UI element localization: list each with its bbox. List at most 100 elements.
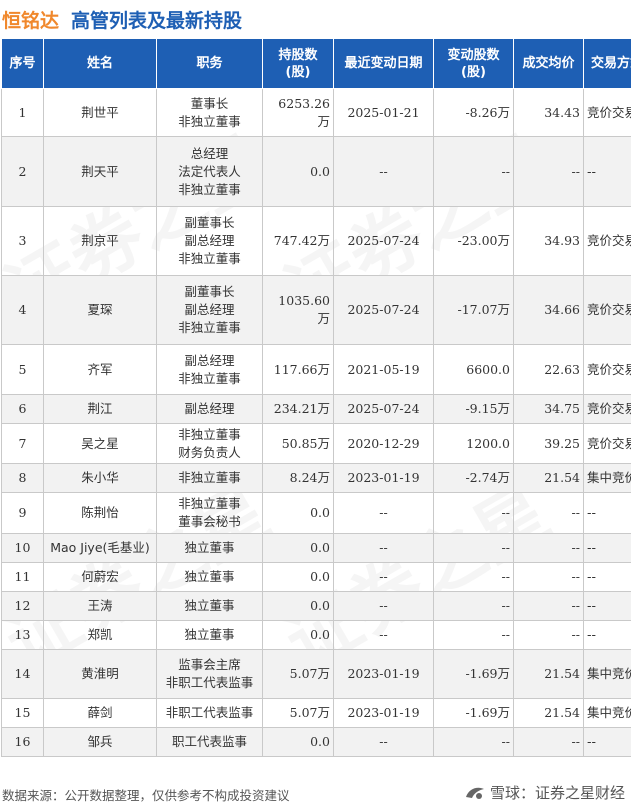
cell-name: 陈荆怡 (43, 492, 157, 534)
cell-change: -9.15万 (433, 394, 514, 424)
cell-name: 薛剑 (43, 698, 157, 728)
header-method: 交易方式 (583, 38, 631, 89)
cell-date: 2023-01-19 (333, 649, 434, 699)
cell-shares: 0.0 (262, 620, 334, 650)
cell-price: 39.25 (513, 423, 584, 464)
cell-no: 11 (1, 562, 44, 592)
cell-no: 12 (1, 591, 44, 621)
cell-date: 2025-07-24 (333, 206, 434, 276)
header-no: 序号 (1, 38, 44, 89)
title-bar: 恒铭达 高管列表及最新持股 (0, 0, 631, 38)
cell-shares: 0.0 (262, 562, 334, 592)
cell-role: 监事会主席 非职工代表监事 (156, 649, 263, 699)
cell-price: 34.43 (513, 88, 584, 137)
brand-credit: 雪球：证券之星财经 (464, 782, 625, 803)
cell-no: 3 (1, 206, 44, 276)
cell-name: 吴之星 (43, 423, 157, 464)
company-name: 恒铭达 (2, 9, 60, 32)
table-row: 11 何蔚宏 独立董事 0.0 -- -- -- -- (1, 562, 631, 592)
cell-price: -- (513, 492, 584, 534)
cell-role: 非独立董事 财务负责人 (156, 423, 263, 464)
cell-name: Mao Jiye(毛基业) (43, 533, 157, 563)
table-row: 2 荆天平 总经理 法定代表人 非独立董事 0.0 -- -- -- -- (1, 136, 631, 207)
cell-no: 8 (1, 463, 44, 493)
cell-role: 非独立董事 (156, 463, 263, 493)
cell-shares: 1035.60万 (262, 275, 334, 345)
table-row: 7 吴之星 非独立董事 财务负责人 50.85万 2020-12-29 1200.0 39.2… (1, 423, 631, 464)
brand-text: 雪球：证券之星财经 (489, 784, 625, 802)
cell-change: -23.00万 (433, 206, 514, 276)
footer: 数据来源：公开数据整理，仅供参考不构成投资建议 雪球：证券之星财经 (0, 782, 631, 804)
table-row: 15 薛剑 非职工代表监事 5.07万 2023-01-19 -1.69万 21.54 集中竞… (1, 698, 631, 728)
cell-no: 4 (1, 275, 44, 345)
cell-role: 副董事长 副总经理 非独立董事 (156, 206, 263, 276)
cell-role: 职工代表监事 (156, 727, 263, 757)
cell-role: 独立董事 (156, 591, 263, 621)
cell-price: 21.54 (513, 463, 584, 493)
cell-method: 竞价交易 (583, 206, 631, 276)
cell-method: -- (583, 533, 631, 563)
table-row: 9 陈荆怡 非独立董事 董事会秘书 0.0 -- -- -- -- (1, 492, 631, 534)
cell-role: 非独立董事 董事会秘书 (156, 492, 263, 534)
cell-role: 副总经理 (156, 394, 263, 424)
cell-no: 2 (1, 136, 44, 207)
cell-price: 34.66 (513, 275, 584, 345)
table-row: 12 王涛 独立董事 0.0 -- -- -- -- (1, 591, 631, 621)
cell-change: -- (433, 562, 514, 592)
cell-name: 荆天平 (43, 136, 157, 207)
cell-shares: 5.07万 (262, 698, 334, 728)
cell-no: 13 (1, 620, 44, 650)
header-shares: 持股数 (股) (262, 38, 334, 89)
cell-method: 集中竞价 (583, 649, 631, 699)
cell-role: 独立董事 (156, 562, 263, 592)
cell-role: 副董事长 副总经理 非独立董事 (156, 275, 263, 345)
cell-no: 1 (1, 88, 44, 137)
cell-shares: 747.42万 (262, 206, 334, 276)
table-row: 16 邹兵 职工代表监事 0.0 -- -- -- -- (1, 727, 631, 757)
header-name: 姓名 (43, 38, 157, 89)
cell-role: 独立董事 (156, 533, 263, 563)
cell-change: -1.69万 (433, 698, 514, 728)
cell-date: -- (333, 562, 434, 592)
cell-price: -- (513, 136, 584, 207)
cell-date: -- (333, 492, 434, 534)
cell-role: 独立董事 (156, 620, 263, 650)
cell-method: -- (583, 136, 631, 207)
cell-change: -- (433, 533, 514, 563)
cell-price: -- (513, 562, 584, 592)
cell-price: 21.54 (513, 649, 584, 699)
cell-name: 荆世平 (43, 88, 157, 137)
cell-date: -- (333, 136, 434, 207)
cell-no: 14 (1, 649, 44, 699)
cell-price: -- (513, 533, 584, 563)
cell-date: -- (333, 533, 434, 563)
cell-date: 2021-05-19 (333, 344, 434, 395)
cell-shares: 0.0 (262, 136, 334, 207)
cell-change: -- (433, 591, 514, 621)
cell-price: -- (513, 591, 584, 621)
cell-name: 齐军 (43, 344, 157, 395)
cell-price: 34.75 (513, 394, 584, 424)
cell-method: 竞价交易 (583, 394, 631, 424)
cell-role: 董事长 非独立董事 (156, 88, 263, 137)
table-row: 5 齐军 副总经理 非独立董事 117.66万 2021-05-19 6600.0 22.63… (1, 344, 631, 395)
cell-method: 竞价交易 (583, 344, 631, 395)
cell-method: 竞价交易 (583, 88, 631, 137)
cell-date: 2025-01-21 (333, 88, 434, 137)
cell-date: 2020-12-29 (333, 423, 434, 464)
cell-name: 黄淮明 (43, 649, 157, 699)
cell-no: 16 (1, 727, 44, 757)
cell-method: -- (583, 727, 631, 757)
cell-shares: 6253.26万 (262, 88, 334, 137)
cell-method: -- (583, 620, 631, 650)
cell-role: 非职工代表监事 (156, 698, 263, 728)
cell-name: 朱小华 (43, 463, 157, 493)
cell-change: 6600.0 (433, 344, 514, 395)
cell-date: 2025-07-24 (333, 394, 434, 424)
page-title: 高管列表及最新持股 (71, 9, 243, 32)
cell-change: -2.74万 (433, 463, 514, 493)
cell-shares: 5.07万 (262, 649, 334, 699)
cell-role: 总经理 法定代表人 非独立董事 (156, 136, 263, 207)
cell-name: 何蔚宏 (43, 562, 157, 592)
cell-method: 集中竞价 (583, 698, 631, 728)
